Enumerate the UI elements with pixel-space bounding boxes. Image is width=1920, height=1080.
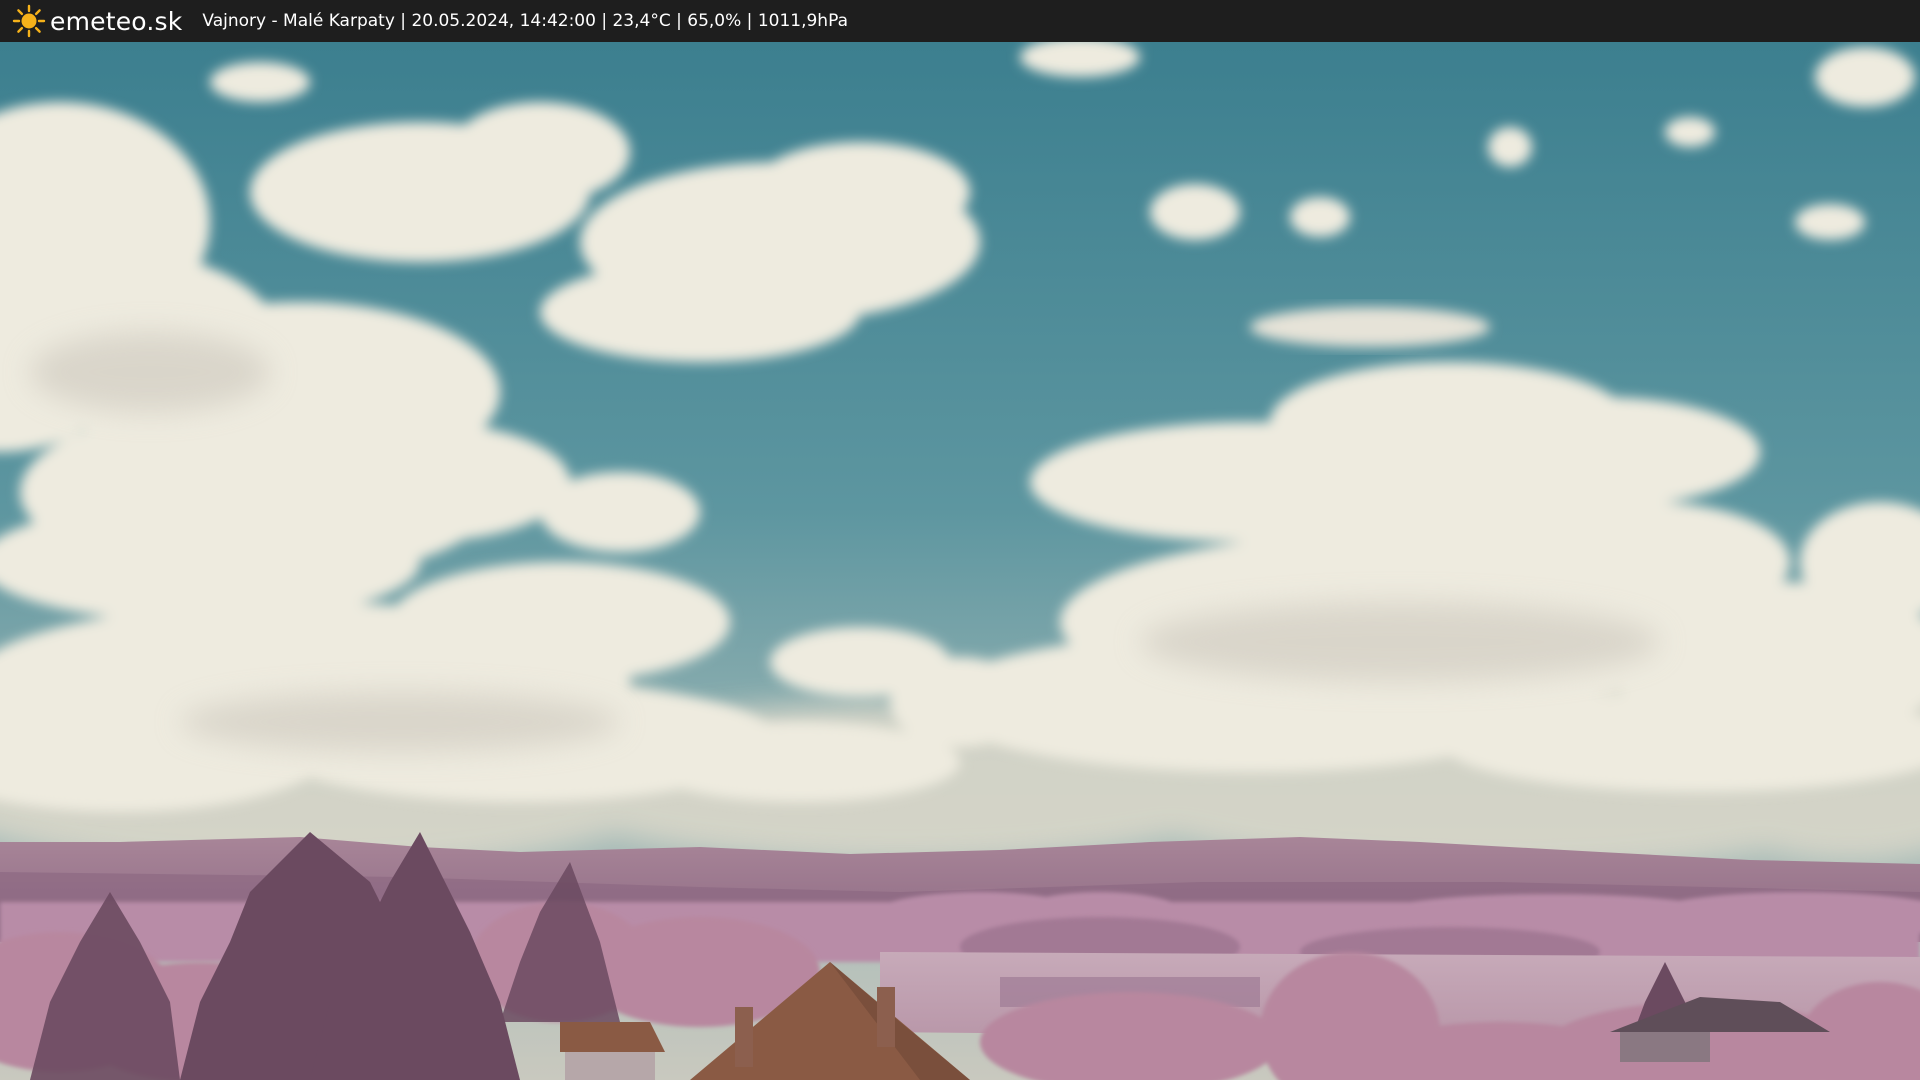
site-logo[interactable]: emeteo.sk	[12, 4, 182, 38]
header-bar: emeteo.sk Vajnory - Malé Karpaty | 20.05…	[0, 0, 1920, 42]
timestamp: 20.05.2024, 14:42:00	[411, 11, 596, 31]
lenticular-cloud	[1250, 307, 1490, 347]
temperature-value: 23,4°C	[612, 11, 671, 31]
logo-text: emeteo.sk	[50, 6, 183, 36]
webcam-view: emeteo.sk Vajnory - Malé Karpaty | 20.05…	[0, 0, 1920, 1080]
webcam-image	[0, 42, 1920, 1080]
webcam-caption: Vajnory - Malé Karpaty | 20.05.2024, 14:…	[202, 11, 848, 31]
pressure-value: 1011,9hPa	[757, 11, 848, 31]
location-name: Vajnory - Malé Karpaty	[202, 11, 395, 31]
caption-separator: |	[670, 11, 688, 31]
sun-icon	[12, 4, 46, 38]
caption-separator: |	[741, 11, 758, 31]
humidity-value: 65,0%	[687, 11, 742, 31]
caption-separator: |	[595, 11, 613, 31]
caption-separator: |	[394, 11, 412, 31]
